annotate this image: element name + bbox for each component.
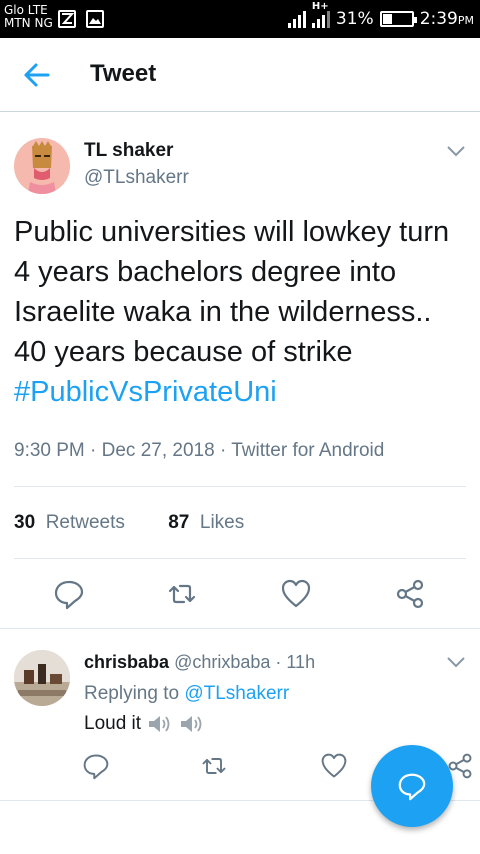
loud-speaker-emoji-icon: [181, 716, 202, 732]
clock-ampm: PM: [457, 14, 474, 27]
chevron-down-icon[interactable]: [446, 655, 466, 669]
retweets-stat[interactable]: 30 Retweets: [14, 512, 125, 533]
battery-fill: [382, 14, 392, 24]
compose-reply-button[interactable]: [371, 745, 453, 827]
author-avatar[interactable]: [14, 138, 70, 194]
clock: 2:39PM: [420, 9, 474, 29]
reply-author-name[interactable]: chrisbaba: [84, 652, 169, 672]
likes-stat[interactable]: 87 Likes: [168, 512, 244, 533]
like-heart-icon[interactable]: [320, 752, 348, 780]
divider: [14, 558, 466, 559]
mention-link[interactable]: @TLshakerr: [184, 683, 289, 704]
reply-bubble-icon: [398, 773, 426, 801]
reply-icon[interactable]: [53, 578, 85, 610]
share-icon[interactable]: [394, 578, 426, 610]
reply-icon[interactable]: [82, 752, 110, 780]
retweet-icon[interactable]: [200, 752, 228, 780]
battery-icon: [379, 11, 417, 27]
carrier-line-2: MTN NG: [4, 16, 53, 30]
status-indicators: H+ 31% 2:39PM: [287, 1, 474, 30]
notification-icon: [58, 10, 76, 28]
loud-speaker-emoji-icon: [149, 716, 170, 732]
divider: [14, 486, 466, 487]
retweet-icon[interactable]: [166, 578, 198, 610]
reply-header: chrisbaba @chrixbaba · 11h: [84, 652, 315, 673]
replying-to: Replying to @TLshakerr: [84, 683, 289, 705]
likes-count: 87: [168, 512, 190, 533]
reply-author-avatar[interactable]: [14, 650, 70, 706]
status-bar: Glo LTE MTN NG H+ 31% 2:39PM: [0, 0, 480, 38]
author-handle[interactable]: @TLshakerr: [84, 167, 189, 189]
signal-icon-2: H+: [311, 1, 330, 28]
clock-time: 2:39: [419, 9, 458, 29]
likes-label: Likes: [199, 512, 245, 533]
hashtag-link[interactable]: #PublicVsPrivateUni: [14, 376, 277, 408]
reply-body: Loud it: [84, 713, 142, 734]
tweet-meta: 9:30 PM · Dec 27, 2018 · Twitter for And…: [14, 440, 385, 461]
chevron-down-icon[interactable]: [446, 144, 466, 158]
like-heart-icon[interactable]: [280, 578, 312, 610]
back-arrow-icon[interactable]: [22, 61, 50, 89]
reply-text: Loud it: [84, 713, 205, 735]
reply-handle-time[interactable]: @chrixbaba · 11h: [174, 652, 315, 672]
top-app-bar: Tweet: [0, 38, 480, 112]
divider: [0, 628, 480, 629]
carrier-info: Glo LTE MTN NG: [4, 4, 53, 30]
signal-icon-1: [287, 10, 306, 28]
page-title: Tweet: [90, 60, 157, 87]
retweets-label: Retweets: [45, 512, 125, 533]
tweet-body: Public universities will lowkey turn 4 y…: [14, 216, 450, 368]
author-name[interactable]: TL shaker: [84, 140, 173, 162]
tweet-text: Public universities will lowkey turn 4 y…: [14, 212, 470, 412]
battery-percent: 31%: [335, 9, 374, 29]
retweets-count: 30: [14, 512, 36, 533]
tweet-stats: 30 Retweets 87 Likes: [14, 512, 244, 534]
replying-prefix: Replying to: [84, 683, 180, 704]
image-icon: [86, 10, 104, 28]
